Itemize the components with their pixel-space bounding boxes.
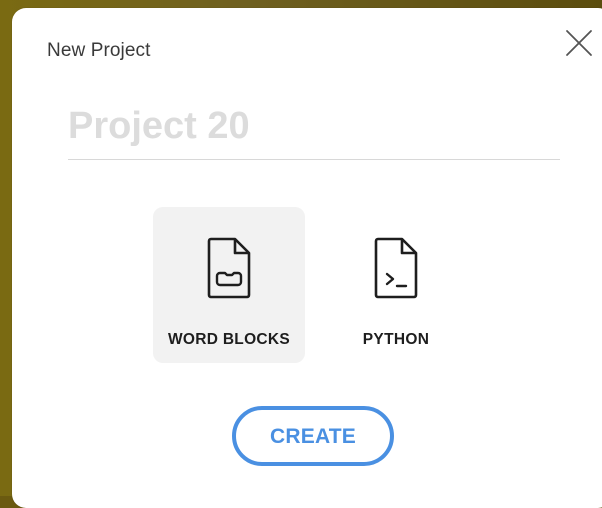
project-type-word-blocks[interactable]: WORD BLOCKS (153, 207, 305, 363)
project-type-python[interactable]: PYTHON (320, 207, 472, 363)
new-project-dialog: New Project WORD BLOCKS PYTHON CREATE (12, 8, 602, 508)
python-file-icon (374, 237, 418, 299)
project-type-label: PYTHON (362, 331, 430, 348)
word-blocks-file-icon (207, 237, 251, 299)
create-button[interactable]: CREATE (232, 406, 394, 466)
project-name-input[interactable] (68, 100, 560, 160)
dialog-title: New Project (47, 40, 151, 61)
project-type-label: WORD BLOCKS (167, 331, 291, 348)
close-icon[interactable] (564, 28, 594, 58)
